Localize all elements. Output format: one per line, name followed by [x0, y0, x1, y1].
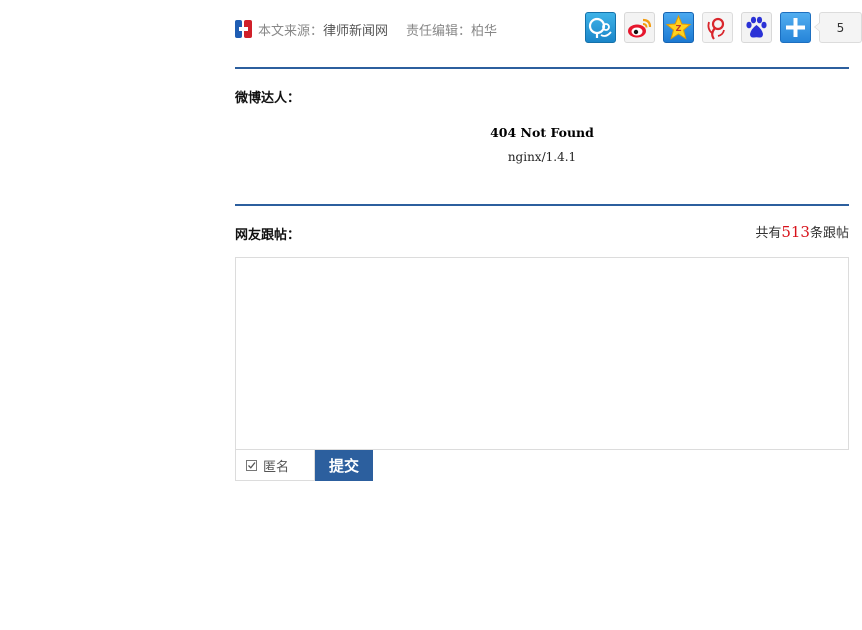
embedded-error-frame: 404 Not Found nginx/1.4.1 — [235, 125, 849, 164]
page: 本文来源： 律师新闻网 责任编辑： 柏华 Z 5 微博达人： 404 Not F… — [0, 0, 862, 630]
tencent-weibo-icon[interactable] — [702, 12, 733, 43]
section-divider — [235, 204, 849, 206]
comment-count-number[interactable]: 513 — [781, 223, 810, 241]
comment-count-suffix: 条跟帖 — [809, 226, 849, 241]
editor-label: 责任编辑： — [406, 23, 472, 39]
qq-star-icon[interactable]: Z — [663, 12, 694, 43]
error-title: 404 Not Found — [490, 125, 594, 140]
comment-textarea[interactable] — [235, 257, 849, 450]
share-bar: Z 5 — [585, 12, 862, 43]
error-server: nginx/1.4.1 — [507, 150, 577, 164]
comments-section-title: 网友跟帖： — [235, 228, 301, 243]
qzone-icon[interactable] — [585, 12, 616, 43]
source-label: 本文来源： — [258, 23, 324, 39]
source-bar: 本文来源： 律师新闻网 责任编辑： 柏华 — [235, 18, 497, 40]
baidu-icon[interactable] — [741, 12, 772, 43]
comment-count-prefix: 共有 — [755, 226, 782, 241]
anonymous-option[interactable]: 匿名 — [235, 450, 315, 481]
source-logo-icon — [235, 20, 252, 38]
more-plus-icon[interactable] — [780, 12, 811, 43]
anonymous-label: 匿名 — [263, 459, 290, 475]
anonymous-checkbox[interactable] — [246, 459, 257, 471]
editor-name: 柏华 — [471, 23, 498, 39]
weibo-section-title: 微博达人： — [235, 91, 301, 106]
submit-button[interactable]: 提交 — [315, 450, 373, 481]
source-name[interactable]: 律师新闻网 — [323, 20, 388, 39]
comment-count: 共有513条跟帖 — [755, 222, 849, 241]
weibo-icon[interactable] — [624, 12, 655, 43]
section-divider — [235, 67, 849, 69]
share-count[interactable]: 5 — [814, 12, 862, 43]
svg-text:Z: Z — [676, 24, 682, 33]
